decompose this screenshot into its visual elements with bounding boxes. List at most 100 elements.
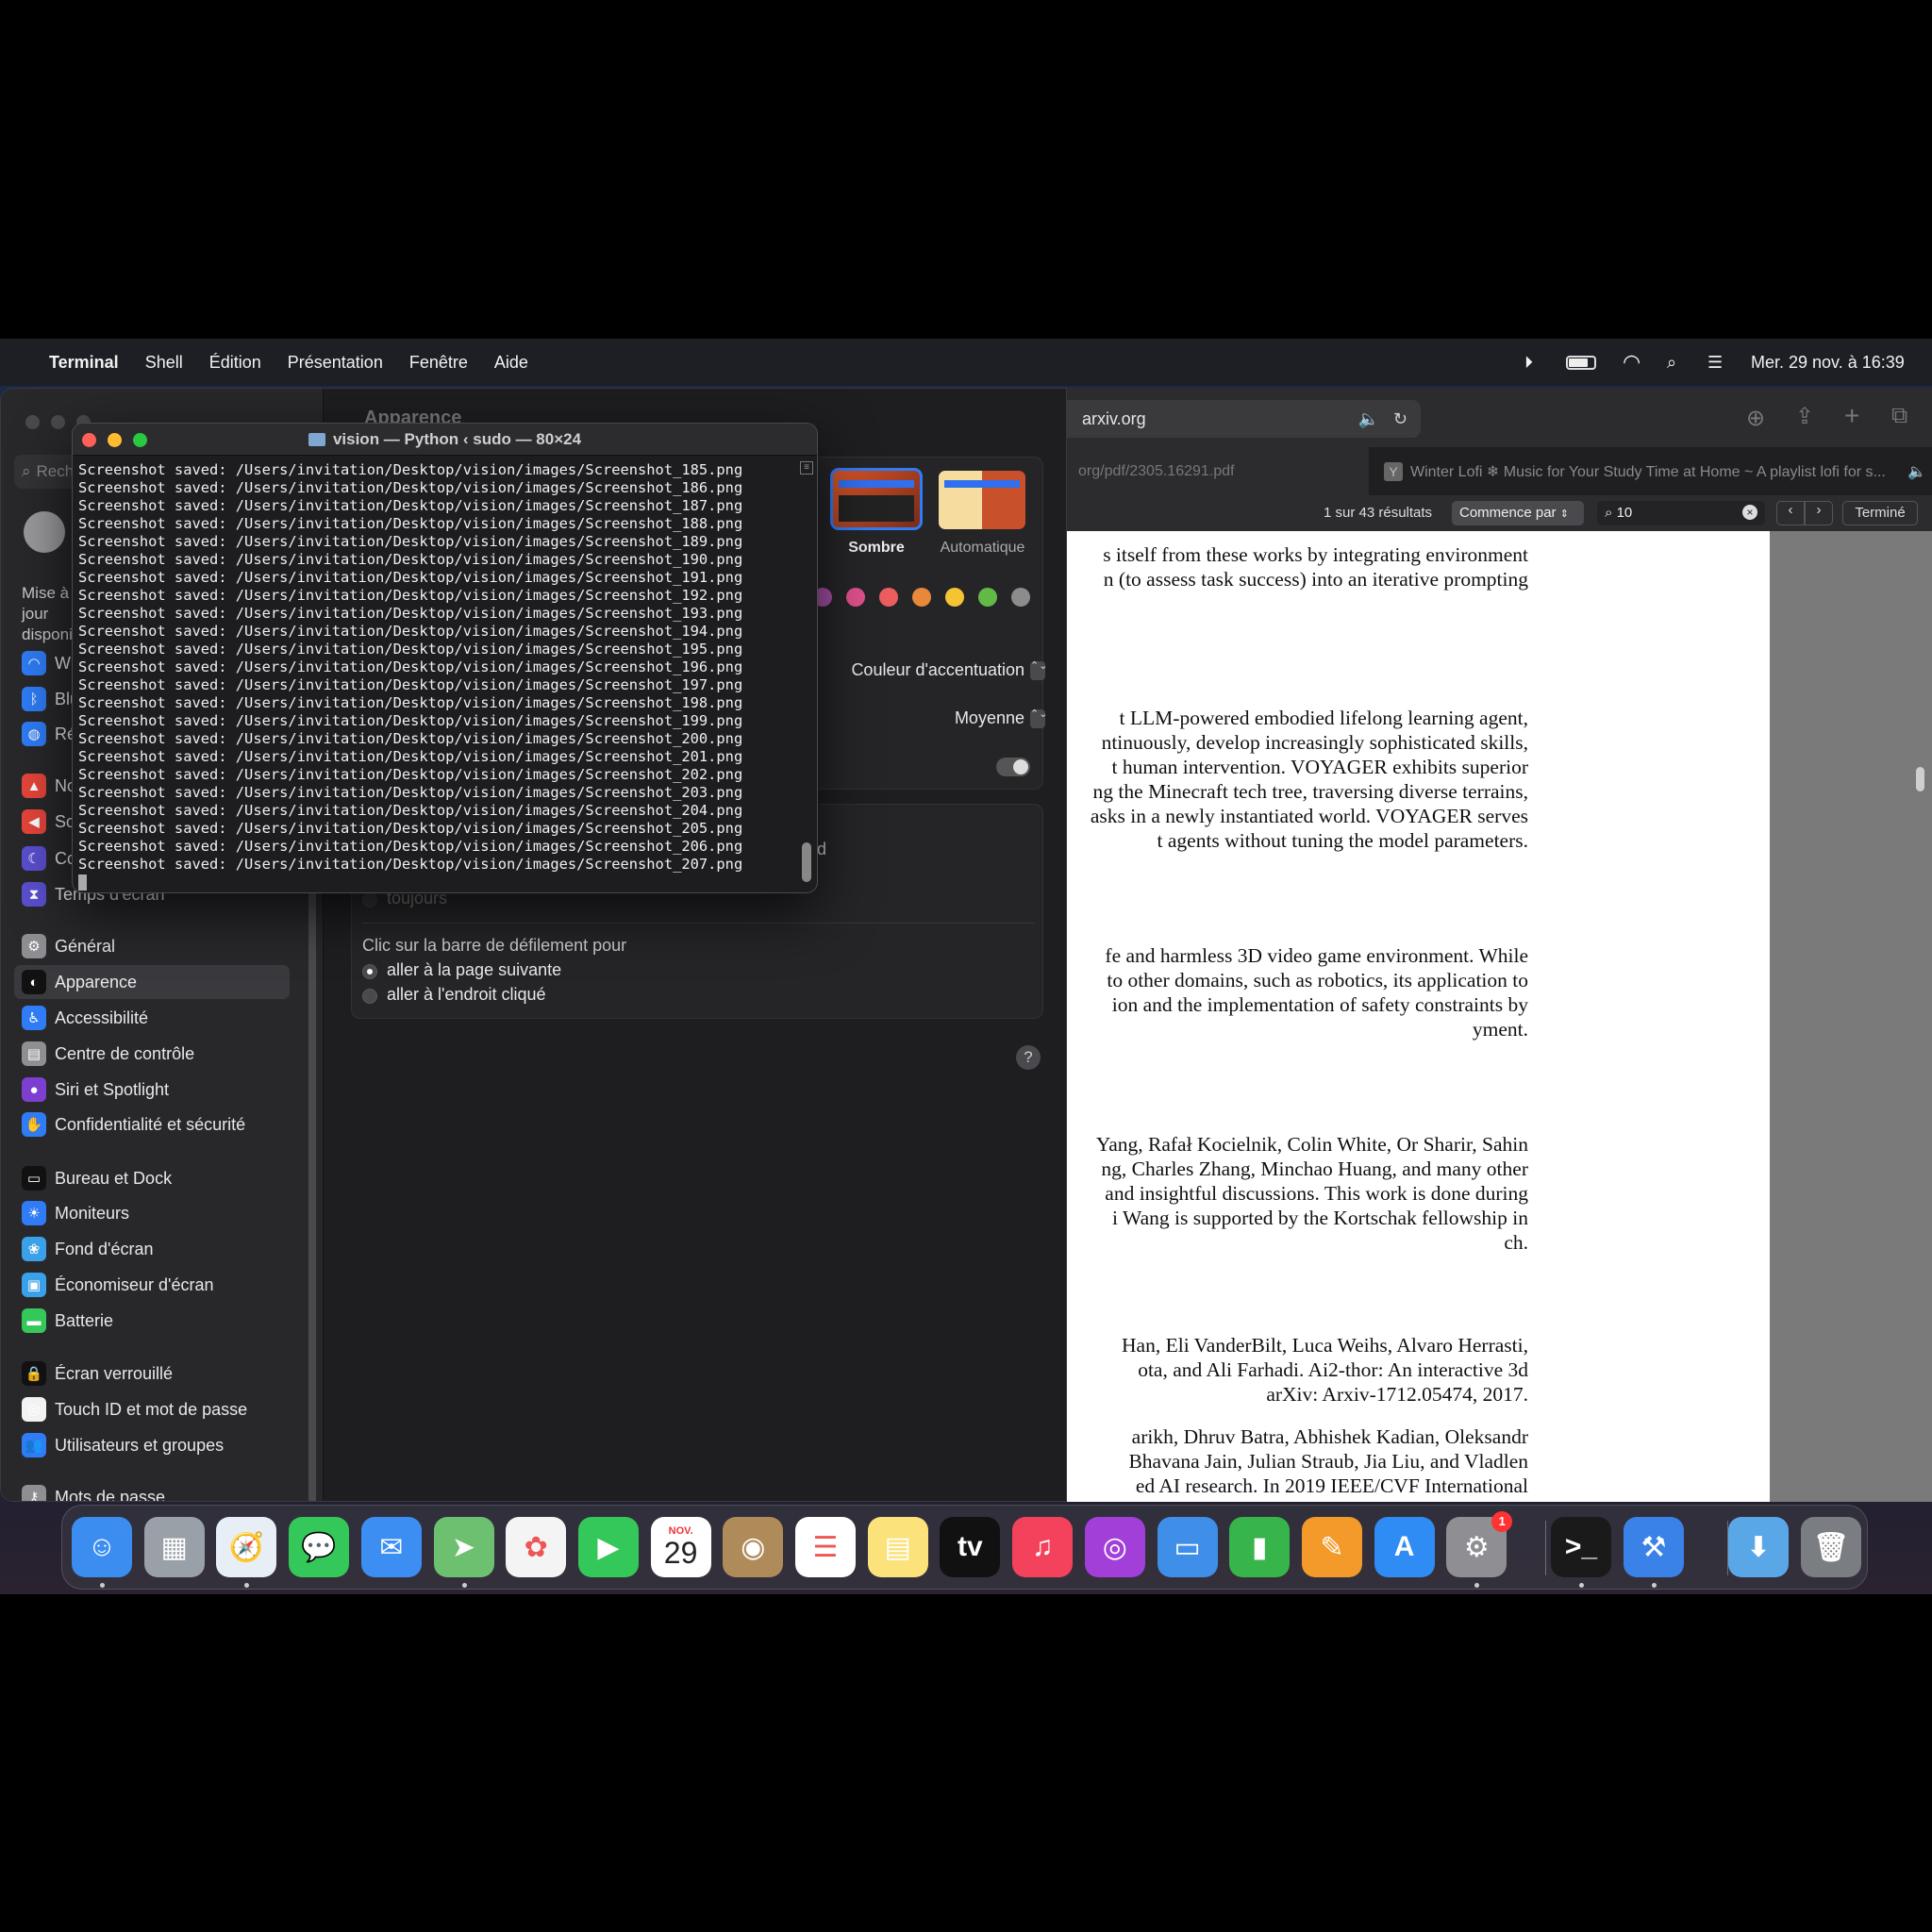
address-bar[interactable]: arxiv.org 🔈 ↻	[1067, 400, 1421, 438]
dock-mail-icon[interactable]: ✉	[360, 1517, 422, 1577]
close-button[interactable]	[82, 433, 96, 447]
audio-playing-icon[interactable]: 🔈	[1358, 409, 1379, 429]
spotlight-icon[interactable]: ⌕	[1667, 339, 1676, 386]
dock-terminal-icon[interactable]: >_	[1551, 1517, 1611, 1577]
terminal-output[interactable]: Screenshot saved: /Users/invitation/Desk…	[78, 461, 742, 874]
minimize-button[interactable]	[108, 433, 122, 447]
pdf-viewer[interactable]: s itself from these works by integrating…	[1067, 531, 1932, 1502]
sidebar-item[interactable]: ⚙ Général	[14, 929, 290, 963]
highlight-color-select[interactable]: Couleur d'accentuation ⌃⌄	[851, 660, 1047, 680]
dock-apple-tv-icon[interactable]: tv	[940, 1517, 1001, 1577]
radio-clicked-spot-label[interactable]: aller à l'endroit cliqué	[387, 985, 546, 1005]
dock-photos-icon[interactable]: ✿	[506, 1517, 567, 1577]
dock-xcode-icon[interactable]: ⚒	[1624, 1517, 1684, 1577]
tab-music[interactable]: Y Winter Lofi ❄ Music for Your Study Tim…	[1369, 447, 1932, 495]
dock-music-icon[interactable]: ♫	[1012, 1517, 1074, 1577]
sidebar-item[interactable]: 👥 Utilisateurs et groupes	[14, 1428, 290, 1462]
radio-next-page[interactable]	[362, 964, 377, 979]
tab-pdf[interactable]: org/pdf/2305.16291.pdf	[1067, 447, 1369, 495]
running-indicator	[1579, 1583, 1584, 1588]
dock-numbers-icon[interactable]: ▮	[1229, 1517, 1291, 1577]
accent-color-swatch[interactable]	[912, 588, 931, 607]
dock-keynote-icon[interactable]: ▭	[1157, 1517, 1218, 1577]
dock-reminders-icon[interactable]: ☰	[795, 1517, 856, 1577]
theme-auto-label[interactable]: Automatique	[928, 540, 1037, 557]
close-button[interactable]	[25, 415, 40, 429]
pdf-scrollbar[interactable]	[1916, 767, 1924, 791]
menu-window[interactable]: Fenêtre	[409, 353, 468, 373]
theme-auto-thumbnail[interactable]	[939, 471, 1025, 529]
dock-contacts-icon[interactable]: ◉	[723, 1517, 784, 1577]
find-next-button[interactable]: ›	[1805, 501, 1833, 525]
theme-dark-label[interactable]: Sombre	[830, 540, 923, 557]
clear-icon[interactable]: ×	[1742, 505, 1757, 520]
sidebar-item[interactable]: ⚷ Mots de passe	[14, 1480, 290, 1501]
pdf-text-line: ota, and Ali Farhadi. Ai2-thor: An inter…	[1138, 1358, 1528, 1381]
menu-edit[interactable]: Édition	[209, 353, 261, 373]
tab-overview-icon[interactable]: ⧉	[1891, 403, 1907, 429]
accent-color-swatch[interactable]	[879, 588, 898, 607]
dock-safari-icon[interactable]: 🧭	[216, 1517, 277, 1577]
sidebar-item[interactable]: ● Siri et Spotlight	[14, 1073, 290, 1107]
dock-launchpad-icon[interactable]: ▦	[143, 1517, 205, 1577]
tab-audio-icon[interactable]: 🔈	[1907, 462, 1926, 481]
accent-color-swatch[interactable]	[846, 588, 865, 607]
sidebar-item[interactable]: ▤ Centre de contrôle	[14, 1037, 290, 1071]
radio-next-page-label[interactable]: aller à la page suivante	[387, 960, 561, 980]
split-pane-icon[interactable]: ≡	[800, 461, 813, 475]
dock-system-settings-icon[interactable]: ⚙ 1	[1446, 1511, 1513, 1577]
dock-calendar-icon[interactable]: NOV. 29	[650, 1517, 711, 1577]
find-previous-button[interactable]: ‹	[1776, 501, 1805, 525]
find-mode-select[interactable]: Commence par ⇕	[1452, 501, 1584, 525]
dock-downloads-icon[interactable]: ⬇	[1728, 1517, 1789, 1577]
menu-clock[interactable]: Mer. 29 nov. à 16:39	[1751, 339, 1905, 386]
dock-facetime-icon[interactable]: ▶	[577, 1517, 639, 1577]
sidebar-icon-size-select[interactable]: Moyenne ⌃⌄	[955, 708, 1047, 728]
accent-color-swatch[interactable]	[978, 588, 997, 607]
sidebar-item[interactable]: ☀ Moniteurs	[14, 1196, 290, 1230]
downloads-icon[interactable]: ⊕	[1746, 405, 1765, 432]
sidebar-item[interactable]: ▣ Économiseur d'écran	[14, 1268, 290, 1302]
dock-trash-icon[interactable]: 🗑	[1801, 1517, 1861, 1577]
zoom-button[interactable]	[133, 433, 147, 447]
find-done-button[interactable]: Terminé	[1842, 501, 1918, 525]
dock-podcasts-icon[interactable]: ◎	[1084, 1517, 1145, 1577]
accent-color-swatch[interactable]	[945, 588, 964, 607]
dock-messages-icon[interactable]: 💬	[289, 1517, 350, 1577]
menu-app-name[interactable]: Terminal	[49, 353, 119, 373]
dock-app-store-icon[interactable]: A	[1374, 1517, 1435, 1577]
sidebar-item[interactable]: ▬ Batterie	[14, 1304, 290, 1338]
sidebar-item[interactable]: ◐ Apparence	[14, 965, 290, 999]
wifi-icon[interactable]: ◠	[1623, 339, 1641, 386]
theme-dark-thumbnail[interactable]	[830, 468, 923, 530]
new-tab-icon[interactable]: +	[1844, 401, 1859, 431]
battery-icon[interactable]	[1566, 339, 1596, 386]
radio-clicked-spot[interactable]	[362, 989, 377, 1004]
now-playing-icon[interactable]: ⏵	[1524, 339, 1533, 386]
control-center-icon[interactable]: ☰	[1707, 339, 1723, 386]
sidebar-item[interactable]: ◎ Touch ID et mot de passe	[14, 1392, 290, 1426]
menu-help[interactable]: Aide	[494, 353, 528, 373]
sidebar-item[interactable]: ✋ Confidentialité et sécurité	[14, 1108, 290, 1141]
dock-notes-icon[interactable]: ▤	[867, 1517, 928, 1577]
minimize-button[interactable]	[51, 415, 65, 429]
accent-color-swatch[interactable]	[1011, 588, 1030, 607]
menu-view[interactable]: Présentation	[288, 353, 383, 373]
sidebar-item[interactable]: 🔒 Écran verrouillé	[14, 1357, 290, 1391]
reload-icon[interactable]: ↻	[1393, 409, 1407, 429]
sidebar-item[interactable]: ❀ Fond d'écran	[14, 1232, 290, 1266]
help-button[interactable]: ?	[1016, 1045, 1041, 1070]
scrollbar-always-radio[interactable]	[362, 892, 377, 908]
terminal-titlebar[interactable]: vision — Python ‹ sudo — 80×24	[73, 424, 817, 456]
sidebar-item[interactable]: ♿ Accessibilité	[14, 1001, 290, 1035]
dock-maps-icon[interactable]: ➤	[433, 1517, 494, 1577]
menu-shell[interactable]: Shell	[145, 353, 183, 373]
wallpaper-tinting-toggle[interactable]	[996, 758, 1030, 776]
terminal-scrollbar[interactable]	[802, 842, 811, 882]
share-icon[interactable]: ⇪	[1795, 403, 1814, 430]
dock-pages-icon[interactable]: ✎	[1301, 1517, 1362, 1577]
sidebar-item[interactable]: ▭ Bureau et Dock	[14, 1161, 290, 1195]
dock-finder-icon[interactable]: ☺	[72, 1517, 132, 1577]
avatar[interactable]	[24, 511, 65, 553]
find-input[interactable]: ⌕ 10 ×	[1597, 501, 1765, 525]
